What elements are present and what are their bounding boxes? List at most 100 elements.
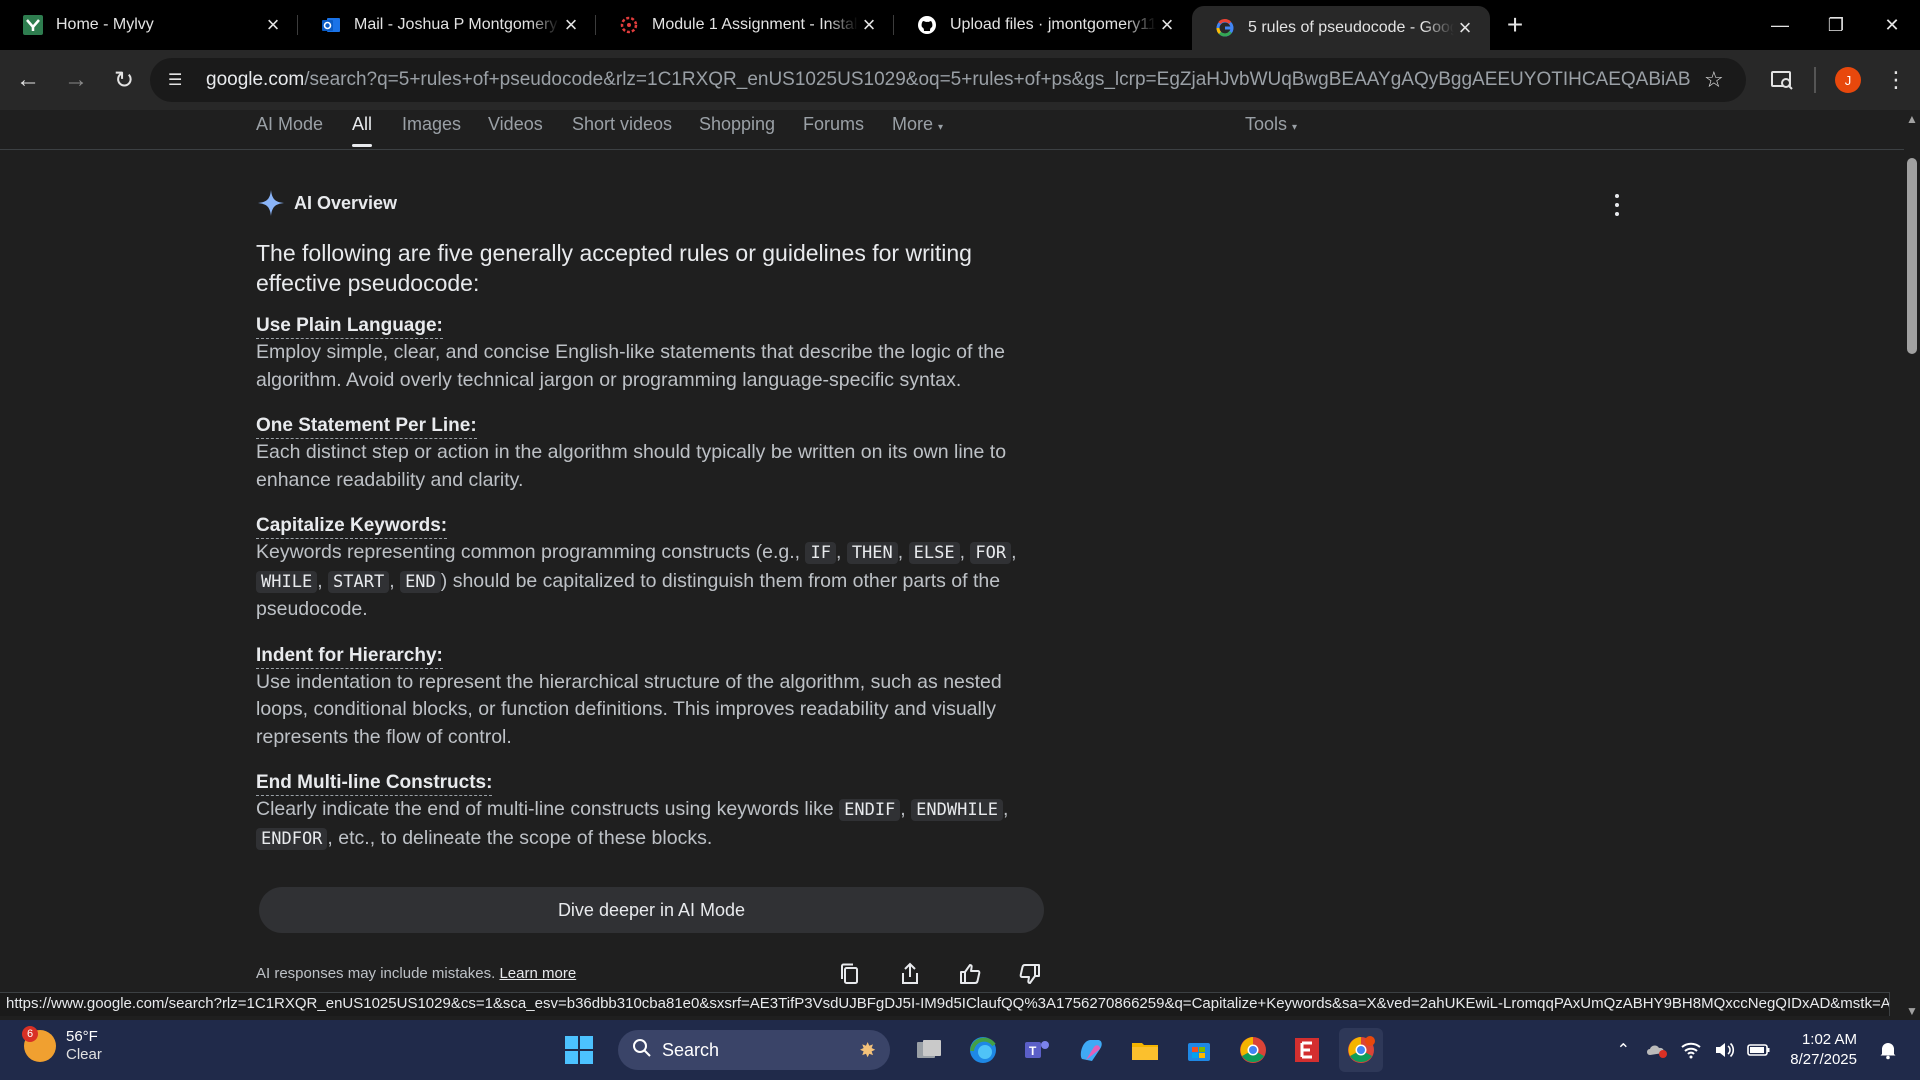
volume-icon[interactable] bbox=[1709, 1041, 1741, 1059]
rule-item: Use Plain Language: Employ simple, clear… bbox=[256, 314, 1056, 394]
new-tab-button[interactable]: + bbox=[1490, 0, 1540, 50]
weather-widget[interactable]: 6 56°F Clear bbox=[22, 1026, 102, 1064]
windows-taskbar: 6 56°F Clear Search ✸ T ⌃ 1:02 AM 8/27/2… bbox=[0, 1020, 1920, 1080]
moon-icon: 6 bbox=[22, 1026, 56, 1062]
ai-overview-label: AI Overview bbox=[294, 192, 398, 213]
learn-more-link[interactable]: Learn more bbox=[499, 965, 576, 982]
thumbs-up-icon[interactable] bbox=[940, 958, 1000, 990]
nav-shopping[interactable]: Shopping bbox=[699, 114, 775, 148]
back-arrow-icon[interactable]: ← bbox=[8, 60, 48, 100]
rule-title[interactable]: Capitalize Keywords: bbox=[256, 514, 448, 539]
site-info-icon[interactable]: ☰ bbox=[168, 70, 192, 90]
ai-overview-header: AI Overview bbox=[256, 188, 397, 218]
rule-title[interactable]: End Multi-line Constructs: bbox=[256, 771, 493, 796]
wifi-icon[interactable] bbox=[1675, 1041, 1707, 1059]
code-keyword: END bbox=[400, 570, 441, 593]
edge-icon[interactable] bbox=[961, 1028, 1005, 1072]
battery-icon[interactable] bbox=[1743, 1042, 1775, 1058]
nav-tools[interactable]: Tools ▾ bbox=[1245, 114, 1297, 148]
chevron-up-icon[interactable]: ⌃ bbox=[1607, 1040, 1639, 1060]
reload-icon[interactable]: ↻ bbox=[104, 60, 144, 100]
outlook-icon bbox=[320, 14, 342, 36]
close-icon[interactable]: × bbox=[262, 12, 284, 37]
nav-all[interactable]: All bbox=[352, 114, 373, 148]
ai-disclaimer: AI responses may include mistakes. Learn… bbox=[256, 965, 577, 982]
share-icon[interactable] bbox=[880, 958, 940, 990]
scrollbar-thumb[interactable] bbox=[1907, 158, 1917, 354]
scroll-down-arrow-icon[interactable]: ▼ bbox=[1906, 1004, 1918, 1018]
github-icon bbox=[916, 14, 938, 36]
menu-icon[interactable]: ⋮ bbox=[1872, 60, 1920, 100]
cast-icon[interactable] bbox=[1758, 60, 1806, 100]
weather-condition: Clear bbox=[66, 1046, 102, 1063]
address-bar[interactable]: ☰ google.com/search?q=5+rules+of+pseudoc… bbox=[150, 58, 1746, 102]
nav-short-videos[interactable]: Short videos bbox=[572, 114, 672, 148]
close-icon[interactable]: × bbox=[1454, 15, 1476, 40]
system-clock[interactable]: 1:02 AM 8/27/2025 bbox=[1790, 1030, 1857, 1070]
ai-overview-intro: The following are five generally accepte… bbox=[256, 240, 972, 296]
rule-text: Use indentation to represent the hierarc… bbox=[256, 670, 1002, 748]
nav-forums[interactable]: Forums bbox=[803, 114, 864, 148]
code-keyword: IF bbox=[805, 542, 836, 564]
chrome-icon[interactable] bbox=[1231, 1028, 1275, 1072]
tab-google-search[interactable]: 5 rules of pseudocode - Google Search × bbox=[1192, 6, 1490, 50]
search-icon bbox=[632, 1038, 652, 1063]
close-icon[interactable]: × bbox=[560, 12, 582, 37]
page-scrollbar[interactable]: ▲ ▼ bbox=[1904, 110, 1920, 1020]
tab-title: Home - Mylvy bbox=[56, 16, 154, 33]
page-content: AI Mode All Images Videos Short videos S… bbox=[0, 110, 1904, 1010]
nav-videos[interactable]: Videos bbox=[488, 114, 543, 148]
canvas-icon bbox=[618, 14, 640, 36]
tab-canvas[interactable]: Module 1 Assignment - Installing × bbox=[596, 0, 894, 50]
search-highlight-icon: ✸ bbox=[859, 1039, 876, 1062]
scroll-up-arrow-icon[interactable]: ▲ bbox=[1906, 112, 1918, 126]
tab-title: Mail - Joshua P Montgomery - Outlook bbox=[354, 16, 560, 33]
tab-github[interactable]: Upload files · jmontgomery1127 × bbox=[894, 0, 1192, 50]
feedback-actions bbox=[820, 958, 1060, 990]
microsoft-store-icon[interactable] bbox=[1177, 1028, 1221, 1072]
onedrive-icon[interactable] bbox=[1641, 1041, 1673, 1059]
minimize-icon[interactable]: — bbox=[1752, 0, 1808, 50]
nav-more[interactable]: More ▾ bbox=[892, 114, 943, 148]
code-keyword: ENDWHILE bbox=[911, 799, 1004, 821]
app-e-icon[interactable] bbox=[1285, 1028, 1329, 1072]
code-keyword: ENDIF bbox=[839, 799, 901, 821]
teams-icon[interactable]: T bbox=[1015, 1028, 1059, 1072]
copilot-icon[interactable] bbox=[1069, 1028, 1113, 1072]
thumbs-down-icon[interactable] bbox=[1000, 958, 1060, 990]
google-icon bbox=[1214, 17, 1236, 39]
rule-title[interactable]: Indent for Hierarchy: bbox=[256, 644, 443, 669]
rule-title[interactable]: One Statement Per Line: bbox=[256, 414, 477, 439]
chrome-profile-icon[interactable] bbox=[1339, 1028, 1383, 1072]
rule-text: Clearly indicate the end of multi-line c… bbox=[256, 798, 1009, 850]
mylvy-icon bbox=[22, 14, 44, 36]
code-keyword: WHILE bbox=[256, 570, 318, 593]
nav-images[interactable]: Images bbox=[402, 114, 461, 148]
more-options-icon[interactable] bbox=[1612, 194, 1622, 216]
search-nav-bar: AI Mode All Images Videos Short videos S… bbox=[0, 110, 1904, 150]
file-explorer-icon[interactable] bbox=[1123, 1028, 1167, 1072]
rule-title[interactable]: Use Plain Language: bbox=[256, 314, 443, 339]
task-view-icon[interactable] bbox=[907, 1028, 951, 1072]
nav-ai-mode[interactable]: AI Mode bbox=[256, 114, 323, 148]
tab-title: Module 1 Assignment - Installing bbox=[652, 16, 858, 33]
close-window-icon[interactable]: ✕ bbox=[1864, 0, 1920, 50]
rule-text: Keywords representing common programming… bbox=[256, 541, 1017, 620]
rule-text: Employ simple, clear, and concise Englis… bbox=[256, 341, 1005, 391]
close-icon[interactable]: × bbox=[1156, 12, 1178, 37]
notification-bell-icon[interactable] bbox=[1872, 1040, 1904, 1060]
profile-avatar[interactable]: J bbox=[1824, 60, 1872, 100]
windows-start-icon[interactable] bbox=[557, 1028, 601, 1072]
taskbar-search[interactable]: Search ✸ bbox=[618, 1030, 890, 1070]
tab-mylvy[interactable]: Home - Mylvy × bbox=[0, 0, 298, 50]
forward-arrow-icon[interactable]: → bbox=[56, 60, 96, 100]
url-text[interactable]: google.com/search?q=5+rules+of+pseudocod… bbox=[206, 69, 1690, 91]
code-keyword: THEN bbox=[846, 542, 898, 564]
tab-outlook[interactable]: Mail - Joshua P Montgomery - Outlook × bbox=[298, 0, 596, 50]
restore-icon[interactable]: ❐ bbox=[1808, 0, 1864, 50]
close-icon[interactable]: × bbox=[858, 12, 880, 37]
rule-item: Capitalize Keywords: Keywords representi… bbox=[256, 514, 1056, 624]
copy-icon[interactable] bbox=[820, 958, 880, 990]
dive-deeper-button[interactable]: Dive deeper in AI Mode bbox=[259, 887, 1044, 933]
bookmark-star-icon[interactable]: ☆ bbox=[1704, 67, 1728, 93]
